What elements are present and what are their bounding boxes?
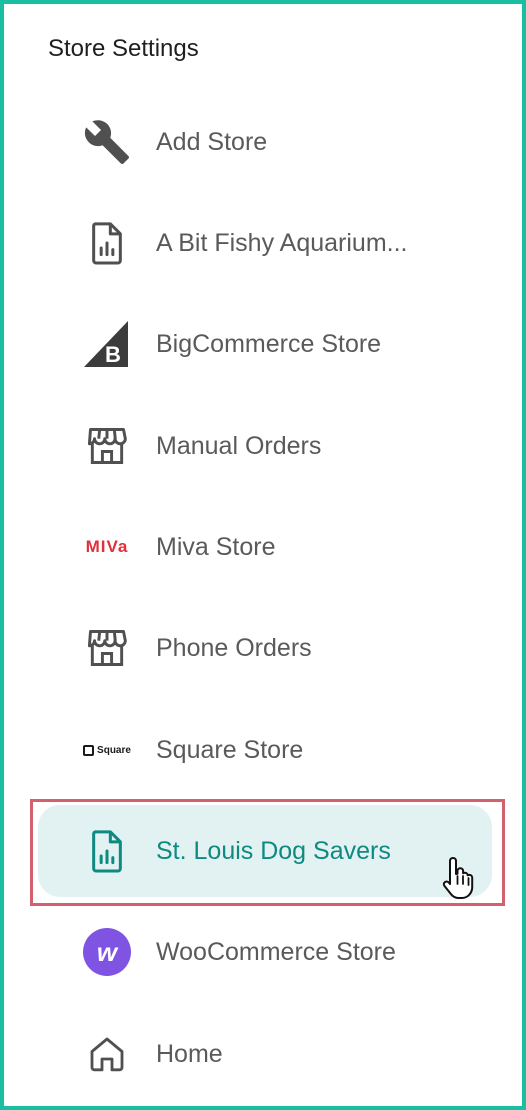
square-logo-icon: Square [82,725,132,775]
menu-item-label: St. Louis Dog Savers [156,837,391,865]
menu-item-home[interactable]: Home [38,1008,492,1100]
menu-item-label: Add Store [156,128,268,156]
wrench-icon [82,117,132,167]
square-logo-text: Square [97,744,131,756]
menu-item-phone-orders[interactable]: Phone Orders [38,602,492,694]
square-mark-icon [83,744,95,756]
storefront-icon [82,623,132,673]
menu-item-label: BigCommerce Store [156,330,382,358]
miva-logo-icon: MIVa [82,522,132,572]
menu-item-label: Phone Orders [156,634,312,662]
woocommerce-logo-icon: w [82,927,132,977]
storefront-icon [82,421,132,471]
menu-item-square-store[interactable]: Square Square Store [38,704,492,796]
report-file-icon [82,218,132,268]
menu-item-woocommerce-store[interactable]: w WooCommerce Store [38,906,492,998]
report-file-icon [82,826,132,876]
section-title: Store Settings [48,35,199,62]
woocommerce-logo-text: w [83,928,131,976]
home-icon [82,1029,132,1079]
menu-item-label: A Bit Fishy Aquarium... [156,229,408,257]
menu-item-add-store[interactable]: Add Store [38,96,492,188]
menu-item-label: Miva Store [156,533,276,561]
menu-item-label: Manual Orders [156,432,322,460]
svg-text:B: B [105,342,121,367]
menu-item-label: Square Store [156,736,304,764]
menu-item-miva-store[interactable]: MIVa Miva Store [38,501,492,593]
menu-item-bigcommerce-store[interactable]: B BigCommerce Store [38,298,492,390]
store-settings-panel: Store Settings Add Store A Bit Fishy Aqu… [0,0,526,1110]
menu-item-label: Home [156,1040,223,1068]
miva-logo-text: MIVa [85,537,129,556]
menu-item-manual-orders[interactable]: Manual Orders [38,400,492,492]
menu-item-a-bit-fishy-aquarium[interactable]: A Bit Fishy Aquarium... [38,197,492,289]
menu-item-st-louis-dog-savers[interactable]: St. Louis Dog Savers [38,805,492,897]
bigcommerce-logo-icon: B [82,319,132,369]
menu-item-label: WooCommerce Store [156,938,396,966]
